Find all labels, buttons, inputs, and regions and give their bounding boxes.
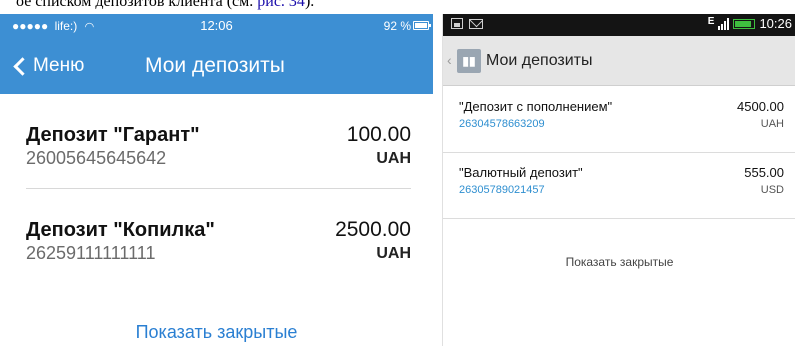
deposit-currency: UAH — [376, 150, 411, 167]
deposit-name: Депозит "Копилка" — [26, 219, 215, 241]
deposit-currency: UAH — [376, 245, 411, 262]
network-type: E — [707, 15, 715, 27]
caption-text: ое списком депозитов клиента (см. — [16, 0, 254, 10]
show-closed-link[interactable]: Показать закрытые — [0, 322, 433, 343]
deposit-amount: 2500.00 — [335, 218, 411, 241]
status-time: 10:26 — [759, 16, 792, 31]
caption-link[interactable]: рис. 34 — [257, 0, 305, 10]
ios-navigation-bar: Меню Мои депозиты — [0, 38, 433, 94]
list-item[interactable]: Депозит "Копилка" 26259111111111 2500.00… — [0, 189, 433, 284]
signal-icon — [718, 17, 730, 30]
list-item[interactable]: "Валютный депозит" 26305789021457 555.00… — [443, 153, 795, 219]
back-button-label: Меню — [33, 55, 85, 76]
deposit-account: 26304578663209 — [459, 118, 545, 130]
show-closed-button[interactable]: Показать закрытые — [443, 255, 795, 269]
up-chevron-icon[interactable]: ‹ — [447, 52, 452, 68]
deposit-currency: USD — [760, 184, 784, 196]
status-time: 12:06 — [200, 18, 233, 33]
deposit-account: 26305789021457 — [459, 184, 545, 196]
list-item[interactable]: Депозит "Гарант" 26005645645642 100.00 U… — [0, 94, 433, 189]
battery-percent: 92 % — [383, 19, 411, 33]
battery-icon — [733, 18, 756, 29]
deposit-account: 26259111111111 — [26, 243, 156, 263]
ios-screen: ●●●●● life:) ◠ 12:06 92 % Меню Мои депоз… — [0, 14, 433, 346]
deposit-currency: UAH — [760, 118, 784, 130]
back-button[interactable]: Меню — [10, 52, 84, 80]
deposit-name: "Депозит с пополнением" — [459, 99, 613, 114]
deposit-list: Депозит "Гарант" 26005645645642 100.00 U… — [0, 94, 433, 284]
page-title: Мои депозиты — [145, 54, 285, 77]
app-logo-icon[interactable]: ▮▮ — [457, 49, 481, 73]
android-action-bar: ‹ ▮▮ Мои депозиты — [443, 36, 795, 86]
deposit-list: "Депозит с пополнением" 26304578663209 4… — [443, 87, 795, 219]
deposit-account: 26005645645642 — [26, 148, 167, 168]
list-item[interactable]: "Депозит с пополнением" 26304578663209 4… — [443, 87, 795, 153]
android-screen: E 10:26 ‹ ▮▮ Мои депозиты "Депозит с поп… — [442, 14, 795, 346]
deposit-amount: 4500.00 — [737, 99, 784, 114]
image-icon — [451, 18, 463, 29]
deposit-amount: 555.00 — [744, 165, 784, 180]
divider — [443, 218, 795, 219]
deposit-name: Депозит "Гарант" — [26, 124, 200, 146]
notification-icons — [451, 18, 483, 29]
ios-status-bar: ●●●●● life:) ◠ 12:06 92 % — [0, 14, 433, 38]
chevron-left-icon — [13, 56, 32, 76]
android-status-bar: E 10:26 — [443, 14, 795, 36]
caption-tail: ). — [304, 0, 315, 10]
deposit-name: "Валютный депозит" — [459, 165, 583, 180]
page-title: Мои депозиты — [486, 52, 593, 69]
document-caption: ое списком депозитов клиента (см. рис. 3… — [0, 0, 795, 14]
mail-icon — [469, 18, 483, 29]
status-right: E 10:26 — [708, 16, 792, 31]
deposit-amount: 100.00 — [346, 123, 411, 146]
battery-icon — [413, 21, 431, 30]
